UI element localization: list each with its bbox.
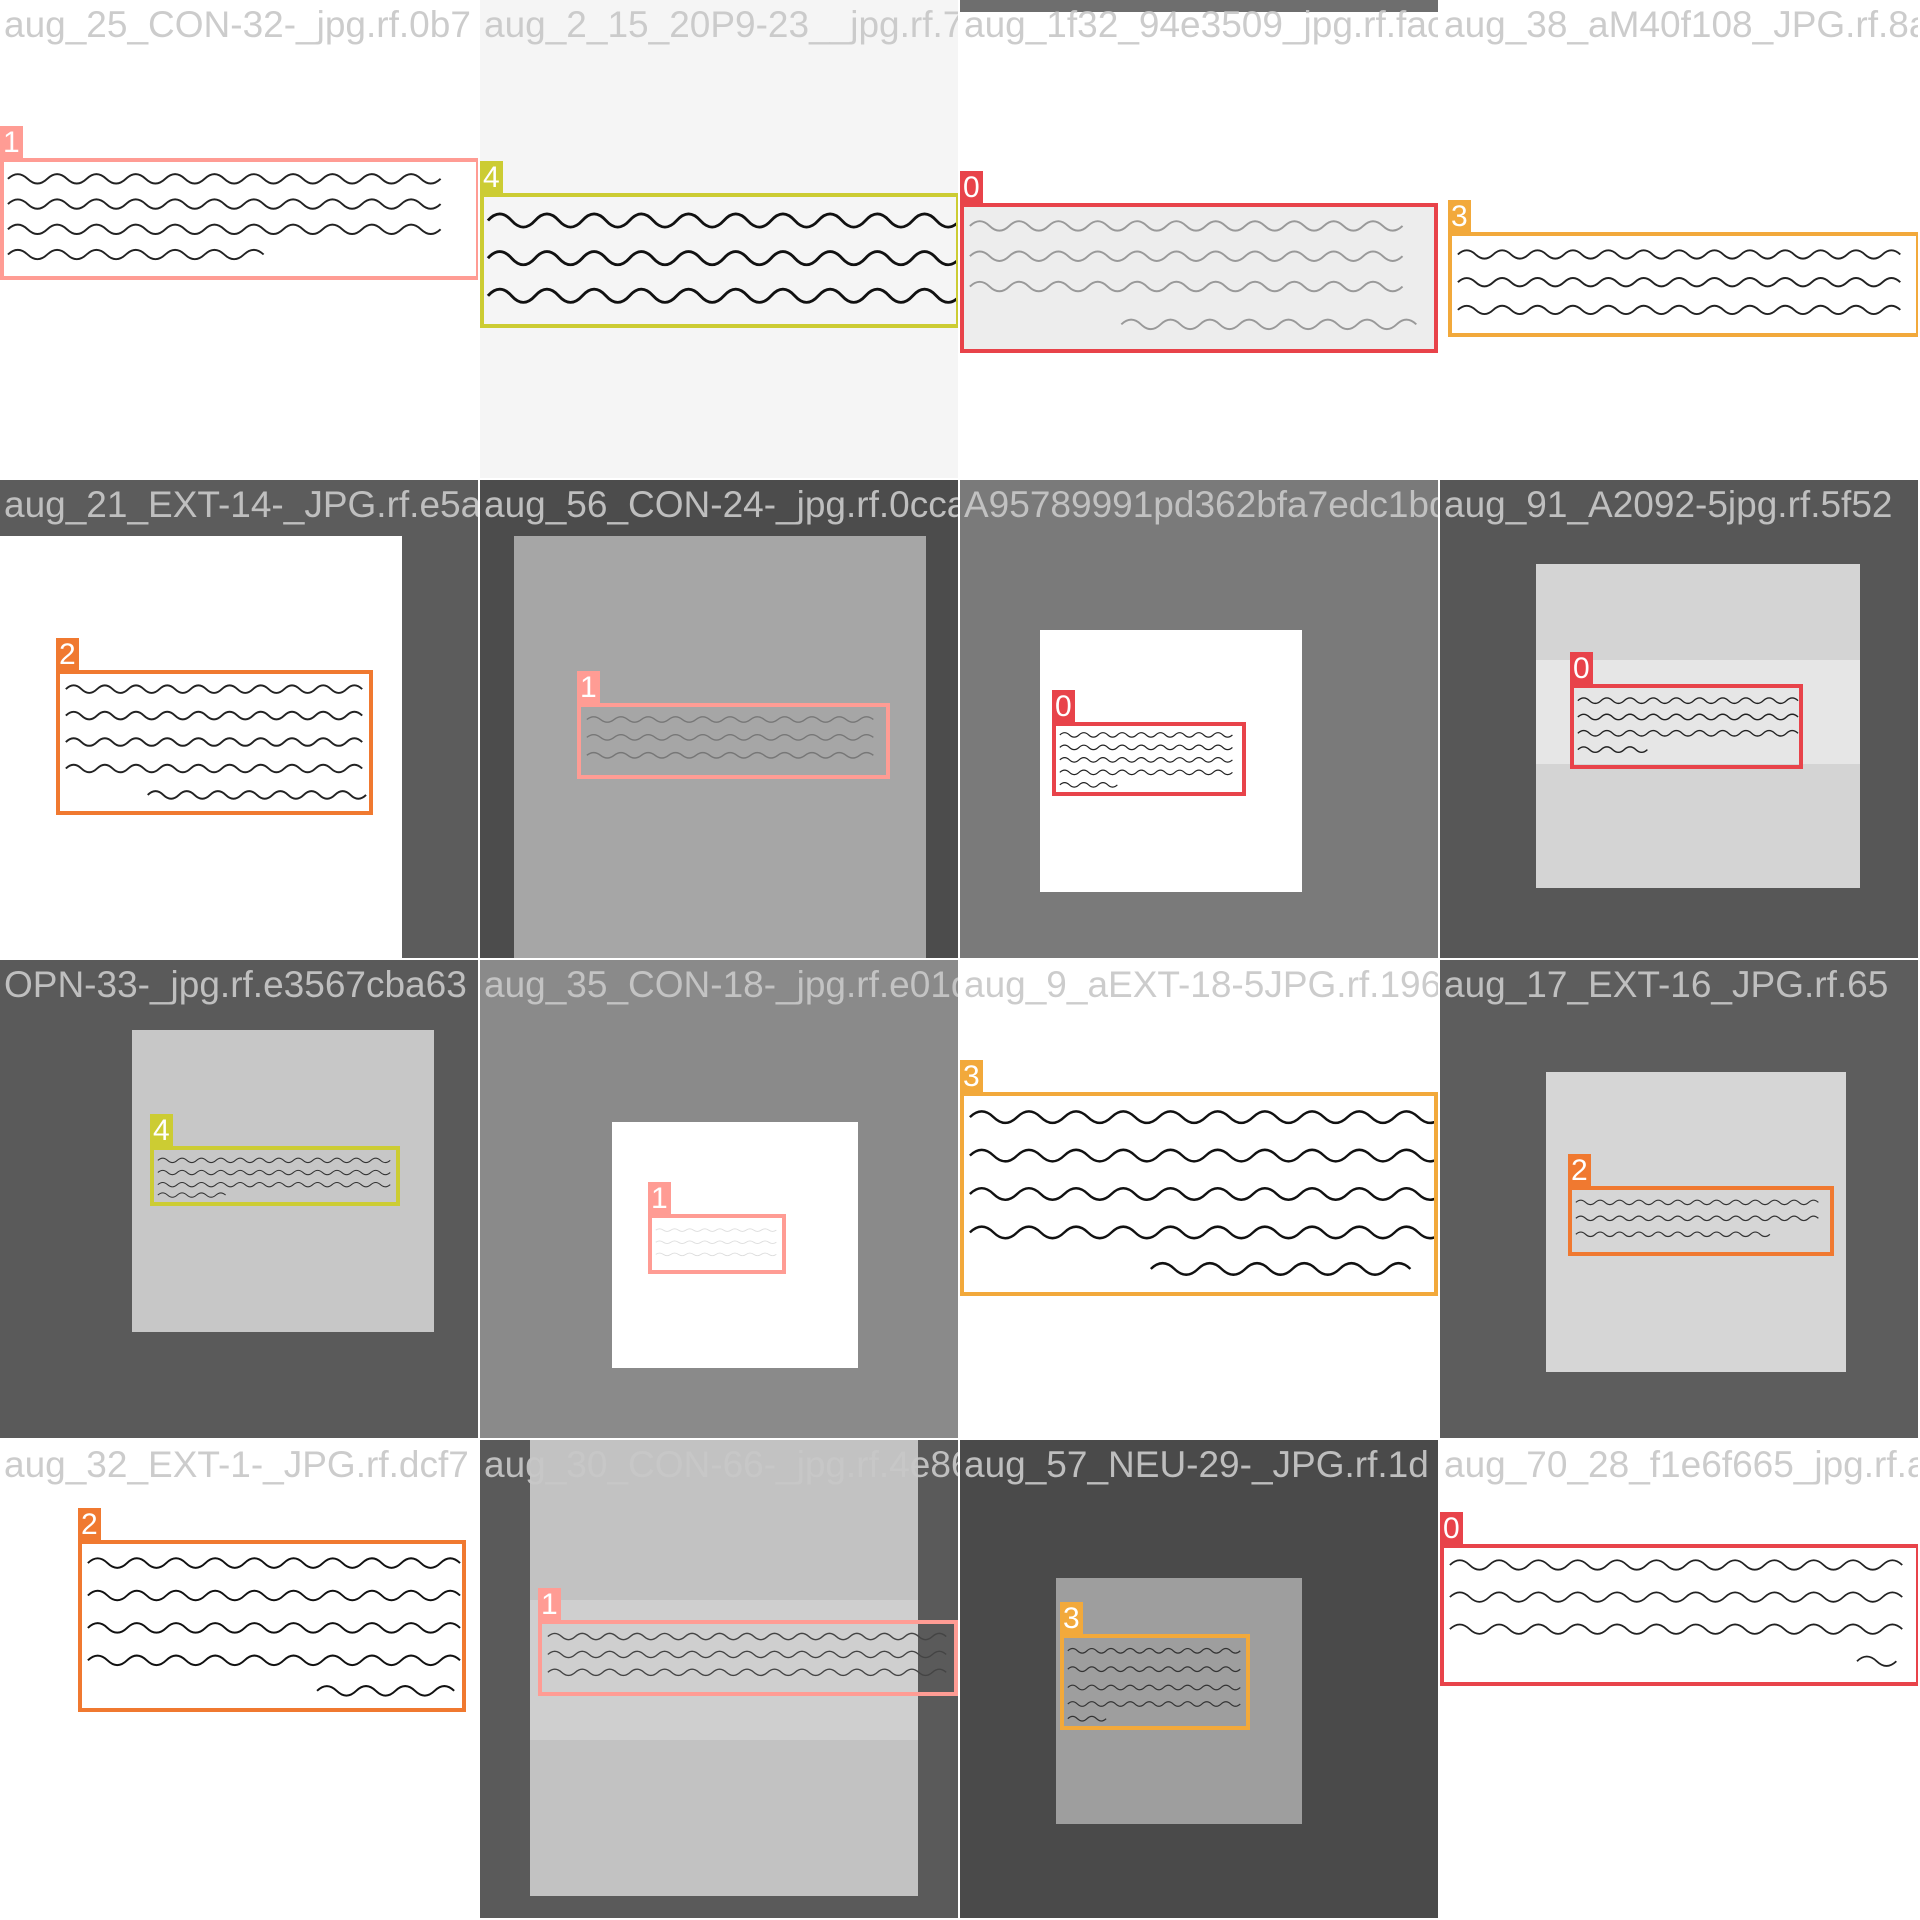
class-label: 0 (1052, 690, 1075, 723)
tile-title: aug_21_EXT-14-_JPG.rf.e5a (4, 484, 480, 525)
class-label: 0 (1440, 1512, 1463, 1545)
mosaic-grid: 1 aug_25_CON-32-_jpg.rf.0b7 4 aug_2_15_2… (0, 0, 1920, 1920)
tile-15[interactable]: 3 aug_57_NEU-29-_JPG.rf.1d (960, 1440, 1440, 1920)
tile-title: OPN-33-_jpg.rf.e3567cba63 (4, 964, 467, 1005)
class-label: 0 (1570, 652, 1593, 685)
tile-1[interactable]: 1 aug_25_CON-32-_jpg.rf.0b7 (0, 0, 480, 480)
tile-title: aug_70_28_f1e6f665_jpg.rf.ad5 (1444, 1444, 1920, 1485)
tile-2[interactable]: 4 aug_2_15_20P9-23__jpg.rf.708 (480, 0, 960, 480)
tile-title: aug_91_A2092-5jpg.rf.5f52 (1444, 484, 1893, 525)
handwriting (82, 1544, 462, 1708)
tile-title: aug_25_CON-32-_jpg.rf.0b7 (4, 4, 471, 45)
tile-title: aug_38_aM40f108_JPG.rf.8a (1444, 4, 1920, 45)
annotation-box[interactable]: 2 (1568, 1154, 1834, 1256)
annotation-box[interactable]: 0 (1440, 1512, 1918, 1686)
handwriting (154, 1150, 396, 1202)
tile-title: aug_30_CON-66-_jpg.rf.4e86 (484, 1444, 960, 1485)
class-label: 3 (1448, 200, 1471, 233)
tile-14[interactable]: 1 aug_30_CON-66-_jpg.rf.4e86 (480, 1440, 960, 1920)
annotation-box[interactable]: 1 (0, 126, 478, 280)
handwriting (1574, 688, 1799, 765)
tile-12[interactable]: 2 aug_17_EXT-16_JPG.rf.65 (1440, 960, 1920, 1440)
tile-title: aug_9_aEXT-18-5JPG.rf.196 (964, 964, 1440, 1005)
handwriting (964, 207, 1434, 349)
tile-11[interactable]: 3 aug_9_aEXT-18-5JPG.rf.196 (960, 960, 1440, 1440)
tile-title: aug_2_15_20P9-23__jpg.rf.708 (484, 4, 960, 45)
annotation-box[interactable]: 1 (538, 1588, 958, 1696)
class-label: 3 (960, 1060, 983, 1093)
class-label: 1 (648, 1182, 671, 1215)
tile-6[interactable]: 1 aug_56_CON-24-_jpg.rf.0cca (480, 480, 960, 960)
handwriting (60, 674, 369, 811)
annotation-box[interactable]: 2 (56, 638, 373, 815)
class-label: 1 (0, 126, 23, 159)
tile-title: aug_57_NEU-29-_JPG.rf.1d (964, 1444, 1429, 1485)
annotation-box[interactable]: 1 (648, 1182, 786, 1274)
class-label: 2 (56, 638, 79, 671)
handwriting (1064, 1638, 1246, 1726)
tile-8[interactable]: 0 aug_91_A2092-5jpg.rf.5f52 (1440, 480, 1920, 960)
tile-title: aug_56_CON-24-_jpg.rf.0cca (484, 484, 960, 525)
tile-title: aug_32_EXT-1-_JPG.rf.dcf7 (4, 1444, 469, 1485)
class-label: 4 (480, 161, 503, 194)
handwriting (1572, 1190, 1830, 1252)
annotation-box[interactable]: 3 (1448, 200, 1918, 337)
handwriting (542, 1624, 954, 1692)
class-label: 0 (960, 171, 983, 204)
annotation-box[interactable]: 3 (960, 1060, 1438, 1296)
annotation-box[interactable]: 0 (1570, 652, 1803, 769)
handwriting (581, 707, 886, 775)
tile-title: aug_1f32_94e3509_jpg.rf.face (964, 4, 1440, 45)
tile-3[interactable]: 0 aug_1f32_94e3509_jpg.rf.face (960, 0, 1440, 480)
class-label: 2 (1568, 1154, 1591, 1187)
tile-title: aug_35_CON-18-_jpg.rf.e01d (484, 964, 960, 1005)
class-label: 1 (538, 1588, 561, 1621)
handwriting (484, 197, 956, 324)
class-label: 1 (577, 671, 600, 704)
annotation-box[interactable]: 4 (480, 161, 958, 328)
handwriting (1056, 726, 1242, 792)
tile-13[interactable]: 2 aug_32_EXT-1-_JPG.rf.dcf7 (0, 1440, 480, 1920)
annotation-box[interactable]: 4 (150, 1114, 400, 1206)
annotation-box[interactable]: 0 (960, 171, 1438, 353)
handwriting (652, 1218, 782, 1270)
annotation-box[interactable]: 1 (577, 671, 890, 779)
annotation-box[interactable]: 3 (1060, 1602, 1250, 1730)
tile-title: aug_17_EXT-16_JPG.rf.65 (1444, 964, 1889, 1005)
tile-4[interactable]: 3 aug_38_aM40f108_JPG.rf.8a (1440, 0, 1920, 480)
tile-16[interactable]: 0 aug_70_28_f1e6f665_jpg.rf.ad5 (1440, 1440, 1920, 1920)
handwriting (1452, 236, 1916, 333)
handwriting (1444, 1548, 1916, 1682)
class-label: 2 (78, 1508, 101, 1541)
class-label: 4 (150, 1114, 173, 1147)
tile-title: A95789991pd362bfa7edc1bd (964, 484, 1440, 525)
tile-5[interactable]: 2 aug_21_EXT-14-_JPG.rf.e5a (0, 480, 480, 960)
handwriting (4, 162, 476, 276)
annotation-box[interactable]: 2 (78, 1508, 466, 1712)
tile-9[interactable]: 4 OPN-33-_jpg.rf.e3567cba63 (0, 960, 480, 1440)
annotation-box[interactable]: 0 (1052, 690, 1246, 796)
tile-7[interactable]: 0 A95789991pd362bfa7edc1bd (960, 480, 1440, 960)
tile-10[interactable]: 1 aug_35_CON-18-_jpg.rf.e01d (480, 960, 960, 1440)
class-label: 3 (1060, 1602, 1083, 1635)
handwriting (964, 1096, 1434, 1292)
